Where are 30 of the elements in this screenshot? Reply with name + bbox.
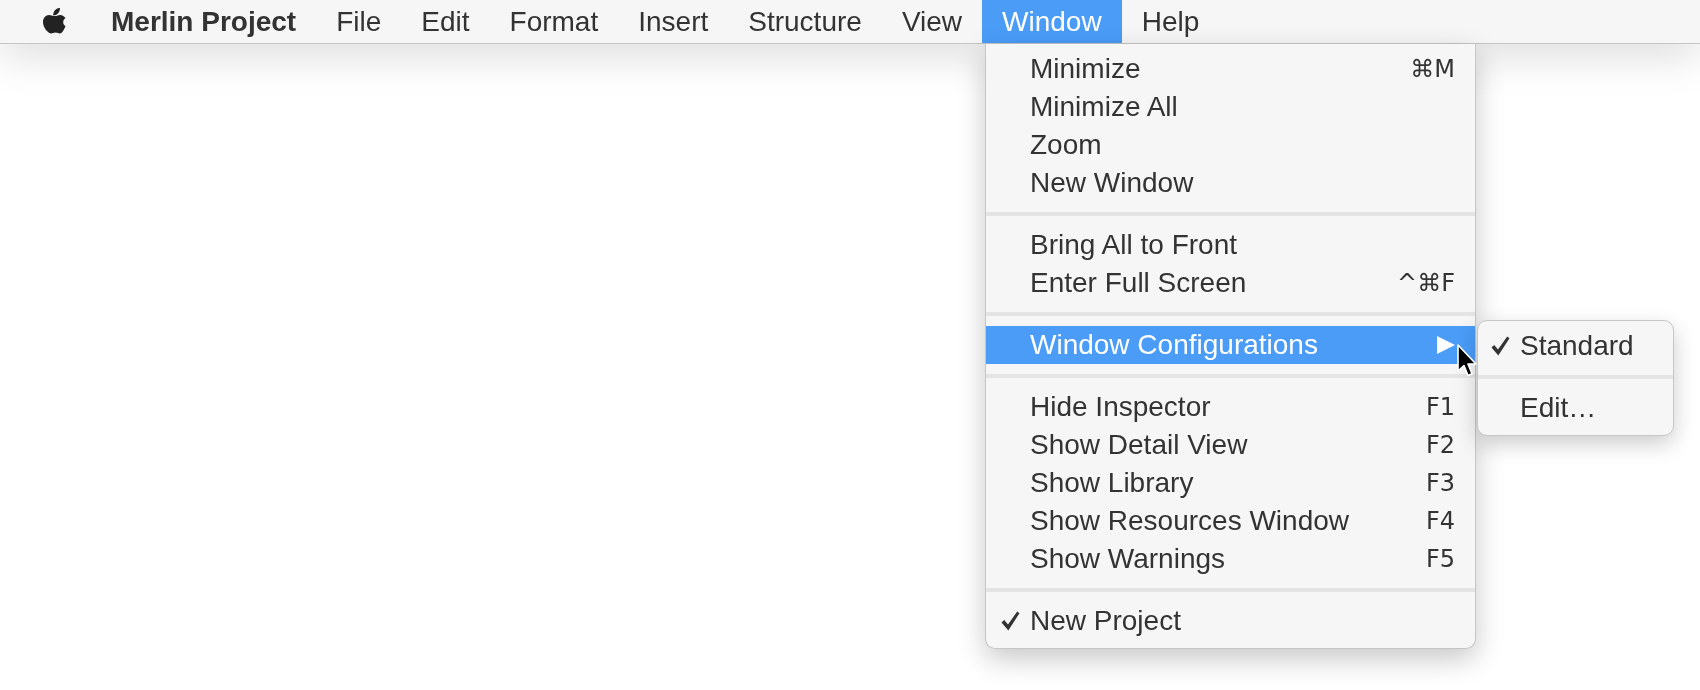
menu-bar-item[interactable]: File — [316, 0, 402, 43]
menu-bar-item[interactable]: Format — [489, 0, 619, 43]
menu-item[interactable]: New Window — [986, 164, 1475, 202]
menu-item[interactable]: Show Detail View F2 — [986, 426, 1475, 464]
shortcut-text: F5 — [1425, 547, 1455, 571]
menu-item[interactable]: New Project — [986, 602, 1475, 640]
menu-item[interactable]: Zoom — [986, 126, 1475, 164]
menu-item[interactable]: Enter Full Screen ^⌘F — [986, 264, 1475, 302]
menu-bar-item[interactable]: Help — [1121, 0, 1220, 43]
menu-item[interactable]: Hide Inspector F1 — [986, 388, 1475, 426]
menu-item[interactable]: Edit… — [1478, 389, 1673, 427]
menu-bar-item[interactable]: Edit — [401, 0, 490, 43]
menu-item[interactable]: Show Library F3 — [986, 464, 1475, 502]
menu-item[interactable]: Bring All to Front — [986, 226, 1475, 264]
menu-item[interactable]: Minimize ⌘M — [986, 50, 1475, 88]
menu-bar-item[interactable]: View — [881, 0, 983, 43]
app-name-menu[interactable]: Merlin Project — [91, 0, 317, 43]
shortcut-text: ^⌘F — [1397, 271, 1455, 295]
menu-item[interactable]: Show Resources Window F4 — [986, 502, 1475, 540]
menu-bar-item[interactable]: Insert — [618, 0, 729, 43]
apple-icon[interactable] — [43, 8, 67, 35]
menu-item[interactable]: Minimize All — [986, 88, 1475, 126]
shortcut-text: F4 — [1425, 509, 1455, 533]
shortcut-text: F2 — [1425, 433, 1455, 457]
menu-item[interactable]: Standard — [1478, 327, 1673, 365]
shortcut-text: F1 — [1425, 395, 1455, 419]
shortcut-text: ⌘M — [1410, 57, 1455, 81]
menu-bar-item[interactable]: Structure — [728, 0, 882, 43]
shortcut-text: F3 — [1425, 471, 1455, 495]
menu-item[interactable]: Show Warnings F5 — [986, 540, 1475, 578]
